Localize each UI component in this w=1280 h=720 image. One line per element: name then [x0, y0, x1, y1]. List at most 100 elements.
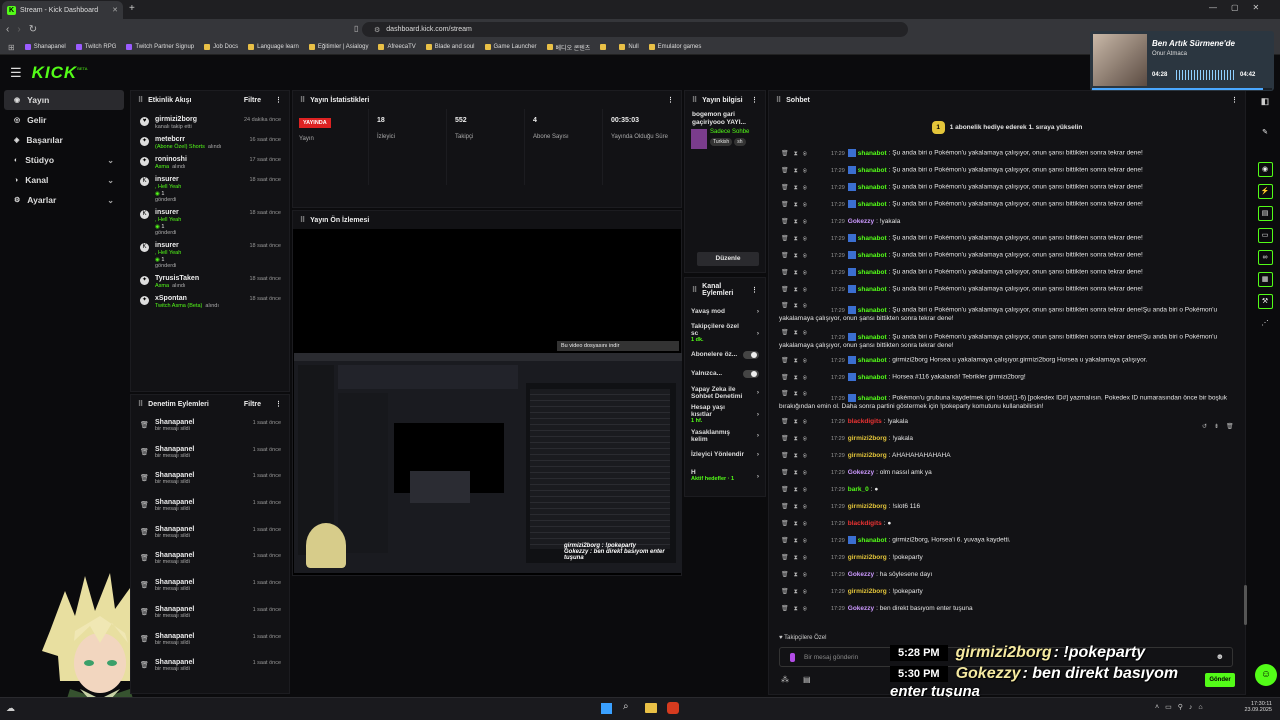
moderation-row[interactable]: 🗑 Shanapanel bir mesajı sildi 1 saat önce [131, 416, 289, 443]
message-user[interactable]: shanabot [858, 395, 887, 402]
assistant-icon[interactable]: ☺ [1255, 664, 1277, 686]
chevron-right-icon[interactable]: › [757, 330, 759, 337]
stream-tag-1[interactable]: Sadece Sohbe [710, 129, 749, 135]
clock[interactable]: 17:30:11 23.09.2025 [1234, 701, 1272, 713]
bookmark-item[interactable]: AfreecaTV [378, 44, 416, 50]
bookmark-item[interactable]: Job Docs [204, 44, 238, 50]
edit-layout-icon[interactable]: ✎ [1258, 125, 1273, 140]
activity-row[interactable]: Kinsurer, Hell Yeah ◉ 1 gönderdi 18 saat ön… [131, 173, 289, 206]
preview-video[interactable]: girmizi2borg : !pokeparty Gokezzy : ben … [294, 353, 682, 573]
message-user[interactable]: shanabot [858, 167, 887, 174]
brave-browser-icon[interactable] [667, 702, 679, 714]
chat-message[interactable]: 🗑⧗⦿ 17:29 shanabot: Horsea #116 yakalandı!… [769, 369, 1245, 386]
chevron-right-icon[interactable]: › [757, 473, 759, 480]
message-mod-tools[interactable]: 🗑⧗⦿ [781, 235, 812, 243]
drag-handle-icon[interactable]: ⠿ [692, 96, 697, 104]
chat-message[interactable]: 🗑⧗⦿ 17:29 shanabot: Şu anda biri o Pokémon… [769, 281, 1245, 298]
chat-message[interactable]: 🗑⧗⦿ 17:29 shanabot: Şu anda biri o Pokémon… [769, 179, 1245, 196]
link-icon[interactable]: ∞ [1257, 250, 1273, 265]
bookmark-item[interactable]: Twitch Partner Signup [126, 44, 194, 50]
nav-item-başarılar[interactable]: ◈ Başarılar [4, 130, 124, 150]
chat-message[interactable]: 🗑⧗⦿ 17:29 girmizi2borg: AHAHAHAHAHAHA [769, 447, 1245, 464]
message-user[interactable]: shanabot [858, 252, 887, 259]
message-mod-tools[interactable]: 🗑⧗⦿ [781, 452, 812, 460]
message-mod-tools[interactable]: 🗑⧗⦿ [781, 201, 812, 209]
message-mod-tools[interactable]: 🗑⧗⦿ [781, 302, 812, 310]
nav-item-gelir[interactable]: ◎ Gelir [4, 110, 124, 130]
moderation-row[interactable]: 🗑 Shanapanel bir mesajı sildi 1 saat önce [131, 630, 289, 657]
message-user[interactable]: shanabot [858, 184, 887, 191]
message-mod-tools[interactable]: 🗑⧗⦿ [781, 218, 812, 226]
chat-message[interactable]: 🗑⧗⦿ 17:29 Gokezzy: ha söylesene dayı [769, 566, 1245, 583]
chat-tool-icons[interactable]: ⁂▤ [781, 675, 825, 684]
message-user[interactable]: shanabot [858, 334, 887, 341]
download-video-banner[interactable]: Bu video dosyasını indir [557, 341, 679, 351]
chevron-right-icon[interactable]: › [757, 389, 759, 396]
channel-action-row[interactable]: Hesap yaşı kısıtlar 1 hf. › [685, 402, 765, 426]
message-user[interactable]: Gokezzy [848, 218, 874, 225]
channel-action-row[interactable]: Yasaklanmış kelim › [685, 426, 765, 445]
nav-item-kanal[interactable]: ◑ Kanal ⌄ [4, 170, 124, 190]
more-options-icon[interactable]: ⋮ [1231, 96, 1238, 104]
message-user[interactable]: shanabot [858, 150, 887, 157]
moderation-row[interactable]: 🗑 Shanapanel bir mesajı sildi 1 saat önce [131, 496, 289, 523]
message-user[interactable]: girmizi2borg [848, 588, 887, 595]
message-mod-tools[interactable]: 🗑⧗⦿ [781, 554, 812, 562]
message-mod-tools[interactable]: 🗑⧗⦿ [781, 357, 812, 365]
chat-message[interactable]: 🗑⧗⦿ 17:29 shanabot: Şu anda biri o Pokémon… [769, 264, 1245, 281]
category-thumbnail[interactable] [691, 129, 707, 149]
chevron-right-icon[interactable]: › [757, 411, 759, 418]
share-icon[interactable]: ⋰ [1258, 316, 1273, 331]
message-mod-tools[interactable]: 🗑⧗⦿ [781, 286, 812, 294]
bolt-icon[interactable]: ⚡ [1257, 184, 1273, 199]
bookmark-item[interactable]: Emulator games [648, 44, 701, 50]
bookmark-item[interactable]: Language learn [248, 44, 299, 50]
moderation-row[interactable]: 🗑 Shanapanel bir mesajı sildi 1 saat önce [131, 549, 289, 576]
activity-row[interactable]: ✦ TyrusisTaken Asma alındı 18 saat önce [131, 272, 289, 292]
chat-message[interactable]: 🗑⧗⦿ 17:29 girmizi2borg: !yakala [769, 430, 1245, 447]
activity-filter-button[interactable]: Filtre [244, 97, 261, 104]
message-mod-tools[interactable]: 🗑⧗⦿ [781, 150, 812, 158]
widgets-icon[interactable]: ☁ [6, 703, 15, 714]
more-options-icon[interactable]: ⋮ [751, 286, 758, 294]
message-user[interactable]: Gokezzy [848, 605, 874, 612]
bookmark-item[interactable]: Blade and soul [425, 44, 475, 50]
message-user[interactable]: blackdigits [848, 418, 882, 425]
drag-handle-icon[interactable]: ⠿ [300, 96, 305, 104]
message-user[interactable]: shanabot [858, 307, 887, 314]
channel-action-row[interactable]: Yapay Zeka ile Sohbet Denetimi › [685, 383, 765, 402]
tab-close-icon[interactable]: ✕ [112, 6, 118, 14]
reload-icon[interactable]: ↻ [29, 24, 37, 35]
message-mod-tools[interactable]: 🗑⧗⦿ [781, 435, 812, 443]
more-options-icon[interactable]: ⋮ [667, 96, 674, 104]
moderation-row[interactable]: 🗑 Shanapanel bir mesajı sildi 1 saat önce [131, 656, 289, 683]
message-mod-tools[interactable]: 🗑⧗⦿ [781, 537, 812, 545]
chat-message[interactable]: 🗑⧗⦿ 17:29 shanabot: girmizi2borg Horsea u … [769, 352, 1245, 369]
chat-message[interactable]: 🗑⧗⦿ 17:29 shanabot: Şu anda biri o Pokémon… [769, 325, 1245, 352]
message-mod-tools[interactable]: 🗑⧗⦿ [781, 252, 812, 260]
chevron-right-icon[interactable]: › [757, 308, 759, 315]
chevron-down-icon[interactable]: ⌄ [107, 156, 114, 165]
browser-tab[interactable]: K Stream - Kick Dashboard ✕ [2, 1, 123, 19]
moderation-row[interactable]: 🗑 Shanapanel bir mesajı sildi 1 saat önce [131, 443, 289, 470]
site-info-icon[interactable]: ⚙ [374, 26, 380, 34]
message-user[interactable]: girmizi2borg [848, 503, 887, 510]
activity-row[interactable]: ♥ girmizi2borg kanalı takip etti 24 dakika … [131, 113, 289, 133]
chat-message[interactable]: 🗑⧗⦿ 17:29 girmizi2borg: !pokeparty [769, 549, 1245, 566]
channel-action-row[interactable]: İzleyici Yönlendir › [685, 445, 765, 464]
chevron-right-icon[interactable]: › [757, 432, 759, 439]
search-icon[interactable]: ⌕ [623, 701, 629, 712]
grid-icon[interactable]: ▦ [1257, 272, 1273, 287]
chat-message[interactable]: 🗑⧗⦿ 17:29 Gokezzy: ben direkt basıyom ente… [769, 600, 1245, 617]
bookmark-item[interactable]: Eğitimler | Asialogy [308, 44, 368, 50]
channel-action-row[interactable]: Yalnızca... [685, 364, 765, 383]
message-mod-tools[interactable]: 🗑⧗⦿ [781, 588, 812, 596]
more-options-icon[interactable]: ⋮ [275, 96, 282, 104]
chat-message[interactable]: 🗑⧗⦿ 17:29 girmizi2borg: !pokeparty [769, 583, 1245, 600]
file-icon[interactable]: ▤ [1257, 206, 1273, 221]
message-user[interactable]: shanabot [858, 235, 887, 242]
toggle-switch[interactable] [743, 369, 759, 378]
chat-message[interactable]: 🗑⧗⦿ 17:29 shanabot: Şu anda biri o Pokémon… [769, 196, 1245, 213]
activity-row[interactable]: ✦ xSpontan Twitch Asma (Beta) alındı 18 saat… [131, 292, 289, 312]
chevron-right-icon[interactable]: › [757, 451, 759, 458]
